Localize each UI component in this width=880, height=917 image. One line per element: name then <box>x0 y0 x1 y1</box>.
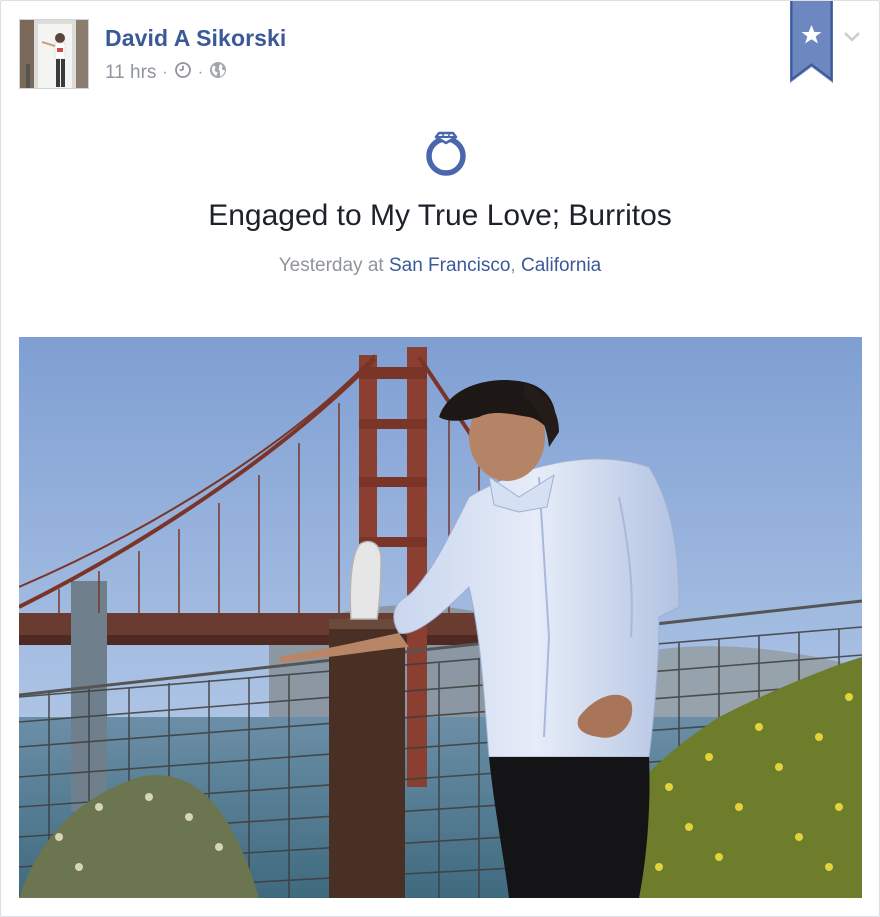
post-timestamp[interactable]: 11 hrs <box>105 62 156 84</box>
location-comma: , <box>510 255 516 276</box>
globe-icon[interactable] <box>209 61 227 85</box>
avatar[interactable] <box>19 19 89 89</box>
meta-separator: · <box>197 64 204 81</box>
life-event-date: Yesterday at <box>278 255 384 276</box>
state-link[interactable]: California <box>521 255 601 276</box>
life-event-subtitle: Yesterday at San Francisco, California <box>1 255 879 277</box>
life-event-title: Engaged to My True Love; Burritos <box>208 199 672 232</box>
chevron-down-icon[interactable] <box>841 25 863 47</box>
bookmark-ribbon[interactable] <box>790 1 833 83</box>
post-photo[interactable] <box>19 337 862 898</box>
avatar-photo <box>20 20 88 88</box>
author-name[interactable]: David A Sikorski <box>105 25 286 52</box>
clock-icon <box>174 61 192 85</box>
city-link[interactable]: San Francisco <box>389 255 510 276</box>
feed-post: David A Sikorski 11 hrs · · Engaged to M… <box>0 0 880 917</box>
post-meta: 11 hrs · · <box>105 61 227 85</box>
bridge-portrait-image <box>19 337 862 898</box>
meta-separator: · <box>162 64 168 81</box>
ring-icon <box>422 129 470 177</box>
